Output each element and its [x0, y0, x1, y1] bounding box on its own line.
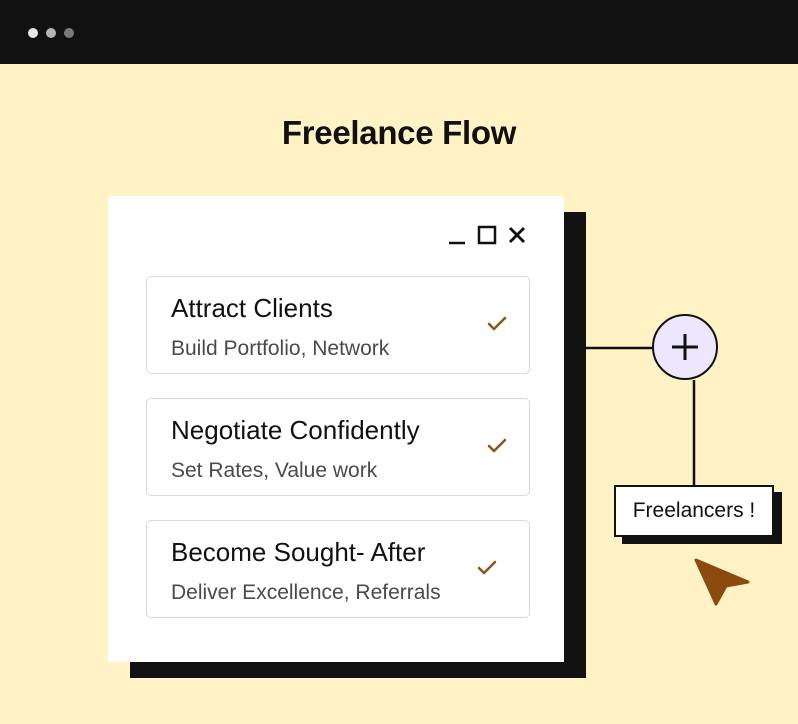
plus-icon — [672, 334, 698, 360]
cursor-arrow-icon — [692, 556, 752, 608]
add-node-button[interactable] — [652, 314, 718, 380]
freelancers-tag[interactable]: Freelancers ! — [614, 485, 774, 537]
tag-label: Freelancers ! — [632, 499, 756, 522]
